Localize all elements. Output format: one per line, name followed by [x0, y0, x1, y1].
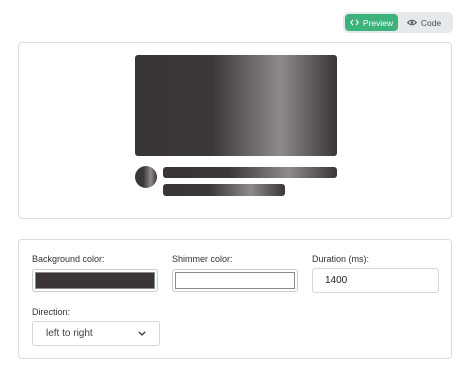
- code-tab[interactable]: Code: [398, 14, 450, 31]
- background-color-label: Background color:: [32, 254, 105, 264]
- shimmer-color-swatch: [175, 272, 295, 289]
- skeleton-text-line-2: [163, 184, 285, 196]
- code-tab-label: Code: [420, 17, 442, 28]
- duration-label: Duration (ms):: [312, 254, 370, 264]
- direction-selected-value: left to right: [46, 328, 93, 339]
- eye-icon: [406, 19, 417, 26]
- shimmer-color-picker[interactable]: [172, 269, 298, 292]
- direction-select[interactable]: left to right: [32, 321, 160, 346]
- shimmer-color-label: Shimmer color:: [172, 254, 233, 264]
- duration-input[interactable]: 1400: [312, 268, 439, 293]
- preview-tab-label: Preview: [362, 17, 394, 28]
- background-color-swatch: [35, 272, 155, 289]
- skeleton-avatar-placeholder: [135, 166, 157, 188]
- background-color-picker[interactable]: [32, 269, 158, 292]
- preview-tab[interactable]: Preview: [345, 14, 398, 31]
- view-toggle: Preview Code: [343, 12, 453, 33]
- skeleton-image-placeholder: [135, 55, 337, 156]
- chevron-down-icon: [138, 331, 146, 336]
- direction-label: Direction:: [32, 307, 71, 317]
- code-brackets-icon: [349, 19, 359, 26]
- skeleton-text-line-1: [163, 167, 337, 178]
- preview-panel: [18, 42, 452, 219]
- controls-panel: Background color: Shimmer color: Duratio…: [18, 239, 452, 359]
